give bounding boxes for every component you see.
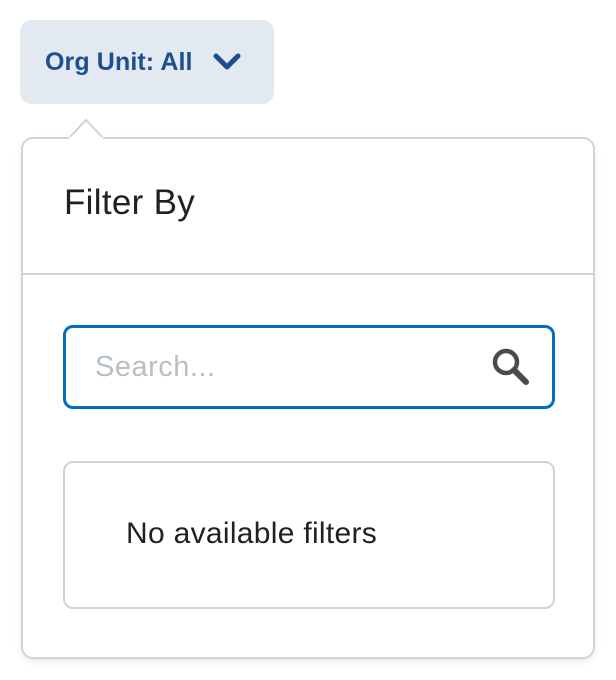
- search-input[interactable]: [66, 327, 490, 407]
- filter-dropdown-page: Org Unit: All Filter By No available fil…: [0, 0, 616, 680]
- search-field[interactable]: [63, 325, 555, 409]
- empty-state-message: No available filters: [126, 517, 378, 550]
- dropdown-header: Filter By: [23, 139, 593, 275]
- search-icon[interactable]: [490, 346, 532, 388]
- dropdown-title: Filter By: [64, 183, 196, 222]
- filter-dropdown-panel: Filter By No available filters: [21, 137, 595, 659]
- org-unit-filter-button[interactable]: Org Unit: All: [20, 20, 274, 104]
- empty-state-box: No available filters: [63, 461, 555, 609]
- dropdown-pointer: [69, 118, 103, 140]
- chevron-down-icon: [213, 53, 241, 70]
- org-unit-filter-label: Org Unit: All: [45, 47, 193, 76]
